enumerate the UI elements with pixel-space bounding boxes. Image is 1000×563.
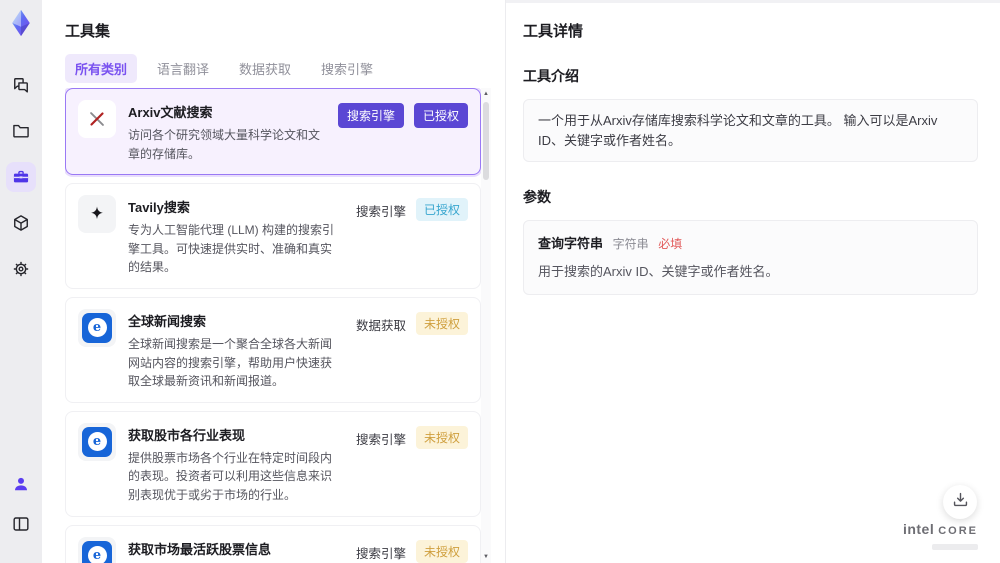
tools-list-panel: 工具集 所有类别 语言翻译 数据获取 搜索引擎 Arxiv文献搜索 访问各个研究领域大… [42,0,505,563]
intro-heading: 工具介绍 [523,68,579,84]
tool-list: Arxiv文献搜索 访问各个研究领域大量科学论文和文章的存储库。 搜索引擎 已授… [65,88,481,563]
download-button[interactable] [943,485,977,519]
tool-card[interactable]: Arxiv文献搜索 访问各个研究领域大量科学论文和文章的存储库。 搜索引擎 已授… [65,88,481,176]
folder-icon [11,121,31,141]
intel-logo-sub-bar [932,544,978,550]
category-tab[interactable]: 数据获取 [229,54,301,83]
tool-category-tag: 搜索引擎 [355,205,406,220]
tool-status-badge: 未授权 [415,539,468,563]
tool-description: 访问各个研究领域大量科学论文和文章的存储库。 [128,128,321,161]
tool-tags: 搜索引擎 未授权 [356,537,468,563]
scroll-down-arrow-icon[interactable]: ▼ [481,551,491,563]
chat-icon [11,75,31,95]
globe-e-icon: e [78,536,116,563]
tool-name: 获取股市各行业表现 [128,427,246,443]
app-logo-icon [6,8,36,38]
sidebar-item-cube[interactable] [6,208,36,238]
param-type: 字符串 [612,237,649,251]
sparkle-icon [78,195,116,234]
settings-icon [11,259,31,279]
intel-logo-text: intel [902,521,935,537]
sidebar [0,0,42,563]
sidebar-bottom [6,469,36,549]
params-heading: 参数 [523,189,551,205]
tool-category-tag: 数据获取 [355,318,406,333]
tab-label: 语言翻译 [157,62,210,77]
tool-name: Arxiv文献搜索 [128,105,213,120]
scroll-up-arrow-icon[interactable]: ▲ [481,88,491,100]
param-description: 用于搜索的Arxiv ID、关键字或作者姓名。 [538,264,779,279]
tool-description: 提供股票市场各个行业在特定时间段内的表现。投资者可以利用这些信息来识别表现优于或… [128,450,333,502]
tool-info: 获取市场最活跃股票信息 提供当天交易量最高的股票列表，投资者可以利用这些信息来识… [128,537,344,563]
category-tab[interactable]: 所有类别 [65,54,138,83]
tool-tags: 搜索引擎 已授权 [337,100,468,163]
toolbox-icon [11,167,31,187]
tool-category-tag: 搜索引擎 [355,432,406,447]
tool-info: 获取股市各行业表现 提供股票市场各个行业在特定时间段内的表现。投资者可以利用这些… [128,423,344,505]
sidebar-item-layout[interactable] [6,509,36,539]
download-icon [951,490,970,514]
sidebar-item-settings[interactable] [6,254,36,284]
sidebar-item-user[interactable] [6,469,36,499]
details-title: 工具详情 [523,23,584,40]
tool-intro-text: 一个用于从Arxiv存储库搜索科学论文和文章的工具。 输入可以是Arxiv ID… [523,99,978,162]
sidebar-nav [6,70,36,300]
tool-status-badge: 已授权 [415,198,468,222]
param-head: 查询字符串 字符串 必填 [538,233,963,252]
scroll-thumb[interactable] [483,102,489,180]
tool-info: 全球新闻搜索 全球新闻搜索是一个聚合全球各大新闻网站内容的搜索引擎，帮助用户快速… [128,309,344,391]
tool-description: 全球新闻搜索是一个聚合全球各大新闻网站内容的搜索引擎，帮助用户快速获取全球最新资… [128,336,333,389]
tool-status-badge: 未授权 [415,311,468,335]
category-tab[interactable]: 搜索引擎 [311,54,383,83]
tool-tags: 数据获取 未授权 [356,309,468,391]
user-icon [11,474,31,494]
sidebar-item-folder[interactable] [6,116,36,146]
tool-name: 全球新闻搜索 [128,313,207,329]
cube-icon [11,213,31,233]
tool-details-panel: 工具详情 工具介绍 一个用于从Arxiv存储库搜索科学论文和文章的工具。 输入可… [506,0,1000,563]
tool-card[interactable]: e 获取市场最活跃股票信息 提供当天交易量最高的股票列表，投资者可以利用这些信息… [65,524,481,563]
intel-core-logo: intel CORE [903,521,978,539]
list-scrollbar[interactable]: ▲ ▼ [481,88,491,563]
tool-tags: 搜索引擎 未授权 [356,423,468,505]
tab-label: 数据获取 [239,62,292,77]
tool-name: 获取市场最活跃股票信息 [128,541,272,557]
globe-e-icon: e [78,308,116,347]
tool-category-tag: 搜索引擎 [355,546,406,561]
tool-status-badge: 未授权 [415,425,468,449]
category-tabs: 所有类别 语言翻译 数据获取 搜索引擎 [65,54,383,83]
tool-category-tag: 搜索引擎 [337,103,404,128]
tool-description: 专为人工智能代理 (LLM) 构建的搜索引擎工具。可快速提供实时、准确和真实的结… [128,223,335,275]
tool-status-badge: 已授权 [413,103,468,128]
tool-info: Arxiv文献搜索 访问各个研究领域大量科学论文和文章的存储库。 [128,100,326,163]
parameter-card: 查询字符串 字符串 必填 用于搜索的Arxiv ID、关键字或作者姓名。 [523,220,978,295]
core-logo-text: CORE [938,525,978,537]
sidebar-item-chat[interactable] [6,70,36,100]
param-name: 查询字符串 [538,236,604,251]
tool-card[interactable]: e 获取股市各行业表现 提供股票市场各个行业在特定时间段内的表现。投资者可以利用… [65,410,481,517]
param-required-badge: 必填 [658,237,683,251]
tool-tags: 搜索引擎 已授权 [356,195,468,277]
layout-icon [11,514,31,534]
arxiv-icon [78,100,116,138]
tab-label: 搜索引擎 [321,62,374,77]
globe-e-icon: e [78,422,116,461]
param-list: 查询字符串 字符串 必填 用于搜索的Arxiv ID、关键字或作者姓名。 [523,220,978,295]
tool-card[interactable]: e 全球新闻搜索 全球新闻搜索是一个聚合全球各大新闻网站内容的搜索引擎，帮助用户… [65,296,481,403]
tool-name: Tavily搜索 [128,200,190,216]
tab-label: 所有类别 [75,62,128,77]
category-tab[interactable]: 语言翻译 [147,54,219,83]
tool-info: Tavily搜索 专为人工智能代理 (LLM) 构建的搜索引擎工具。可快速提供实… [128,195,344,277]
page-title: 工具集 [65,23,111,40]
sidebar-item-toolbox[interactable] [6,162,36,192]
tool-card[interactable]: Tavily搜索 专为人工智能代理 (LLM) 构建的搜索引擎工具。可快速提供实… [65,183,481,289]
